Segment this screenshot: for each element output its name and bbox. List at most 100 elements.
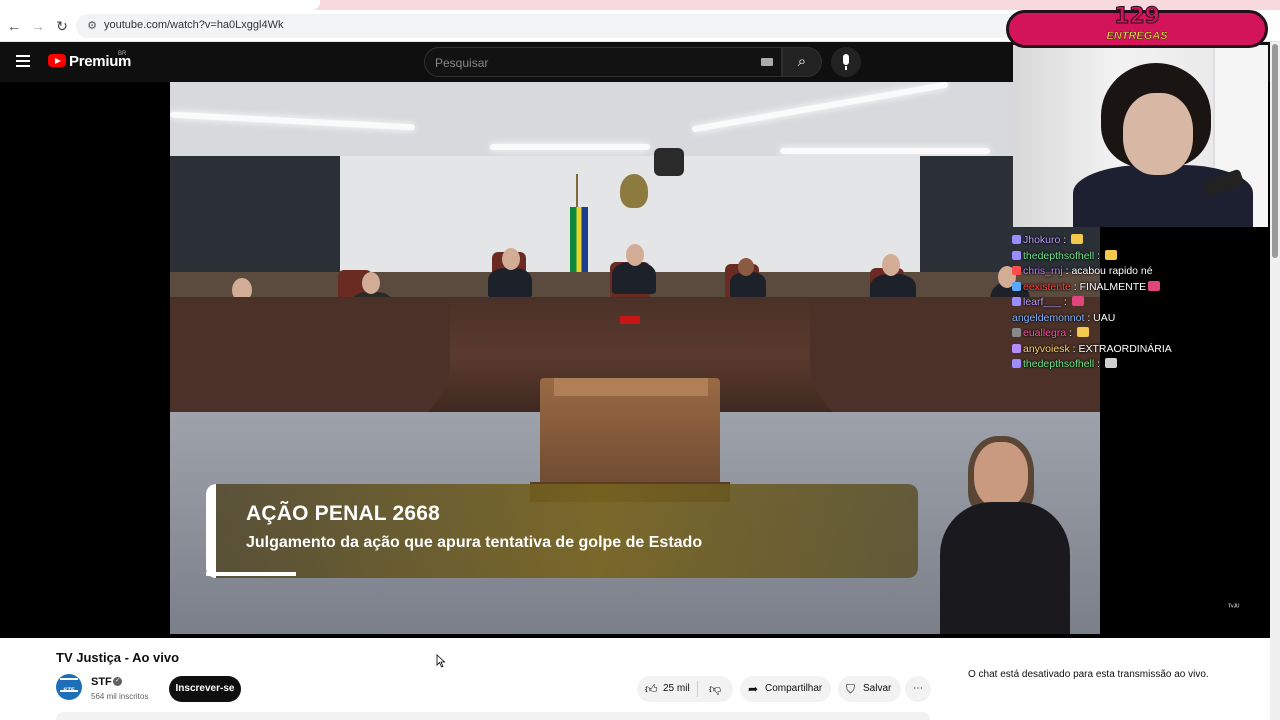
page-scrollbar-thumb[interactable]	[1272, 44, 1278, 258]
chat-message: thedepthsofhell :	[1012, 249, 1222, 266]
chat-username: learf___	[1023, 296, 1061, 308]
chat-emote-icon	[1071, 296, 1084, 306]
ceiling-camera	[654, 148, 684, 176]
chat-separator: :	[1066, 327, 1075, 339]
lower-third-caption: AÇÃO PENAL 2668 Julgamento da ação que a…	[206, 484, 918, 578]
chat-username: euallegra	[1023, 327, 1067, 339]
chat-badge-icon	[1012, 328, 1021, 337]
chat-badge-icon	[1012, 281, 1021, 291]
video-frame[interactable]: AÇÃO PENAL 2668 Julgamento da ação que a…	[170, 82, 1100, 634]
video-title: TV Justiça - Ao vivo	[56, 650, 180, 665]
chat-separator: :	[1094, 249, 1103, 262]
chat-separator: :	[1094, 358, 1103, 370]
share-label: Compartilhar	[765, 683, 823, 694]
chat-message: thedepthsofhell :	[1012, 358, 1222, 374]
keyboard-icon[interactable]	[761, 58, 773, 66]
channel-watermark: ᵀᵛᴶᵁ	[1228, 604, 1240, 611]
share-icon: ➦	[748, 682, 759, 696]
chat-message: eexistente : FINALMENTE	[1012, 280, 1222, 297]
chat-message: angeldemonnot : UAU	[1012, 312, 1222, 328]
streamer-webcam	[1013, 45, 1268, 227]
search-button[interactable]: ⌕	[782, 47, 822, 77]
subscriber-count: 564 mil inscritos	[91, 692, 149, 701]
chat-username: chris_rnj	[1023, 265, 1063, 277]
search-icon: ⌕	[797, 53, 807, 70]
chat-username: eexistente	[1023, 280, 1071, 293]
lower-third-underline	[206, 572, 296, 576]
stream-chat-overlay: Jhokuro : thedepthsofhell : chris_rnj : …	[1012, 234, 1222, 374]
search-input[interactable]: Pesquisar	[424, 47, 782, 77]
channel-avatar[interactable]: STF	[56, 674, 82, 700]
chat-emote-icon	[1148, 280, 1161, 291]
chat-message: learf___ :	[1012, 296, 1222, 312]
interpreter-body	[940, 502, 1070, 634]
bookmark-icon: ⛉	[846, 682, 856, 696]
thumbs-down-icon[interactable]: 👎︎	[709, 676, 721, 702]
ceiling-light	[780, 148, 990, 154]
thumbs-up-icon[interactable]: 👍︎	[645, 676, 658, 702]
chat-emote-icon	[1105, 358, 1117, 368]
chat-emote-icon	[1105, 249, 1117, 260]
more-icon: ⋯	[913, 683, 923, 694]
sign-language-interpreter	[930, 432, 1070, 634]
chat-separator: :	[1084, 311, 1094, 324]
chat-text: acabou rapido né	[1071, 265, 1153, 277]
browser-active-tab[interactable]	[0, 0, 320, 10]
description-box[interactable]	[56, 712, 930, 720]
chat-badge-icon	[1012, 297, 1021, 306]
lectern-top	[554, 378, 708, 396]
red-indicator	[620, 316, 640, 324]
mouse-cursor-icon	[436, 654, 446, 668]
chat-text: FINALMENTE	[1079, 280, 1147, 293]
like-count[interactable]: 25 mil	[663, 676, 690, 702]
chat-message: chris_rnj : acabou rapido né	[1012, 265, 1222, 281]
ceiling-light	[490, 144, 650, 150]
channel-avatar-text: STF	[63, 688, 75, 694]
back-icon[interactable]: ←	[4, 16, 24, 36]
more-actions-button[interactable]: ⋯	[905, 676, 931, 702]
share-button[interactable]: ➦ Compartilhar	[740, 676, 831, 702]
chat-username: thedepthsofhell	[1023, 358, 1095, 370]
justice-head	[626, 244, 644, 266]
chat-message: euallegra :	[1012, 327, 1222, 343]
chat-text: EXTRAORDINÁRIA	[1078, 342, 1172, 355]
chat-badge-icon	[1012, 359, 1021, 368]
chat-username: thedepthsofhell	[1023, 249, 1095, 262]
counter-number: 129	[1114, 4, 1161, 30]
chat-badge-icon	[1012, 343, 1021, 353]
chat-separator: :	[1060, 296, 1070, 308]
chat-username: Jhokuro	[1023, 234, 1061, 246]
reload-icon[interactable]: ↻	[52, 16, 72, 36]
hamburger-menu-icon[interactable]	[16, 55, 30, 67]
mic-icon	[843, 54, 849, 65]
verified-check-icon: ✓	[113, 677, 122, 686]
voice-search-button[interactable]	[831, 47, 861, 77]
channel-name[interactable]: STF	[91, 676, 112, 688]
site-info-icon[interactable]: ⚙	[84, 18, 100, 34]
chat-message: anyvoiesk : EXTRAORDINÁRIA	[1012, 343, 1222, 359]
chat-disabled-notice: O chat está desativado para esta transmi…	[968, 669, 1209, 680]
chat-badge-icon	[1012, 266, 1021, 275]
lower-third-accent	[206, 484, 216, 578]
justice-figure	[612, 262, 656, 294]
forward-icon[interactable]: →	[28, 16, 48, 36]
like-dislike-group: 👍︎ 25 mil 👎︎	[637, 676, 733, 702]
justice-head	[882, 254, 900, 276]
url-text[interactable]: youtube.com/watch?v=ha0Lxggl4Wk	[104, 19, 283, 31]
streamer-face	[1123, 93, 1193, 175]
caption-title: AÇÃO PENAL 2668	[246, 502, 441, 525]
chat-separator: :	[1070, 280, 1080, 293]
interpreter-face	[974, 442, 1028, 508]
chat-username: anyvoiesk	[1023, 342, 1070, 355]
like-divider	[697, 681, 698, 697]
chat-message: Jhokuro :	[1012, 234, 1222, 250]
chat-badge-icon	[1012, 235, 1021, 244]
justice-head	[738, 258, 754, 276]
youtube-logo-icon[interactable]	[48, 54, 66, 67]
subscribe-button[interactable]: Inscrever-se	[169, 676, 241, 702]
chat-text: UAU	[1093, 311, 1116, 324]
search-placeholder: Pesquisar	[435, 56, 489, 70]
save-button[interactable]: ⛉ Salvar	[838, 676, 901, 702]
justice-head	[362, 272, 380, 294]
chat-emote-icon	[1071, 234, 1084, 244]
